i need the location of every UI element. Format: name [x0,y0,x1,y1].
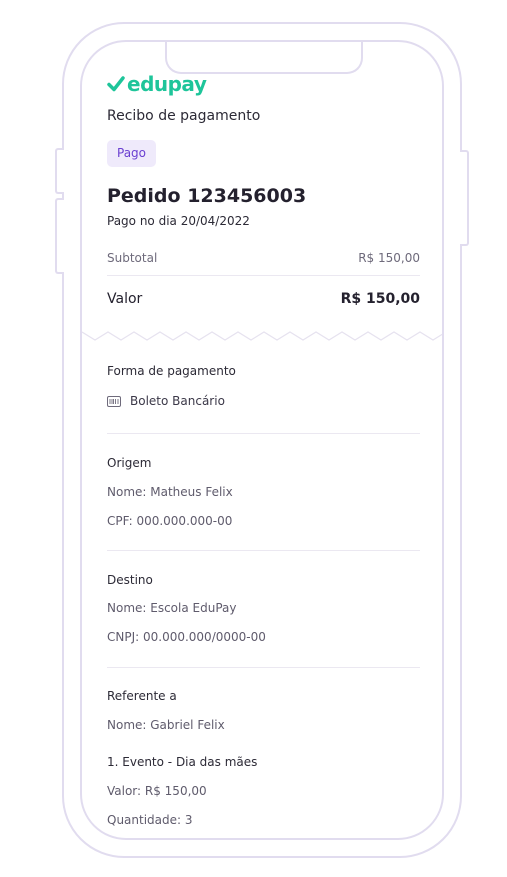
total-value: R$ 150,00 [340,291,420,307]
subtotal-label: Subtotal [107,251,158,265]
paid-date: Pago no dia 20/04/2022 [107,214,250,228]
divider [107,433,420,434]
reference-item-value: Valor: R$ 150,00 [107,784,207,798]
origin-title: Origem [107,456,152,470]
order-title: Pedido 123456003 [107,185,307,207]
subtotal-row: Subtotal R$ 150,00 [107,251,420,265]
phone-side-button-mute [55,148,64,194]
reference-title: Referente a [107,689,177,703]
payment-method-label: Boleto Bancário [130,394,225,408]
receipt-tear-edge [82,331,442,341]
reference-item-title: 1. Evento - Dia das mães [107,755,258,769]
phone-side-button-volume [55,198,64,274]
edupay-logo: edupay [107,72,207,96]
divider [107,550,420,551]
phone-screen: edupay Recibo de pagamento Pago Pedido 1… [80,40,444,840]
origin-name: Nome: Matheus Felix [107,485,233,499]
subtotal-value: R$ 150,00 [358,251,420,265]
divider [107,275,420,276]
destination-title: Destino [107,573,153,587]
status-badge: Pago [107,140,157,167]
phone-notch [165,42,363,74]
barcode-icon [107,395,121,407]
divider [107,667,420,668]
total-row: Valor R$ 150,00 [107,291,420,307]
destination-cnpj: CNPJ: 00.000.000/0000-00 [107,630,266,644]
reference-item-quantity: Quantidade: 3 [107,813,193,827]
payment-method: Boleto Bancário [107,394,225,408]
logo-text: edupay [127,72,207,96]
total-label: Valor [107,291,143,307]
origin-cpf: CPF: 000.000.000-00 [107,514,233,528]
payment-method-title: Forma de pagamento [107,364,236,378]
receipt-title: Recibo de pagamento [107,108,261,124]
reference-name: Nome: Gabriel Felix [107,718,225,732]
destination-name: Nome: Escola EduPay [107,601,237,615]
phone-side-button-power [460,150,469,246]
checkmark-icon [107,76,125,92]
